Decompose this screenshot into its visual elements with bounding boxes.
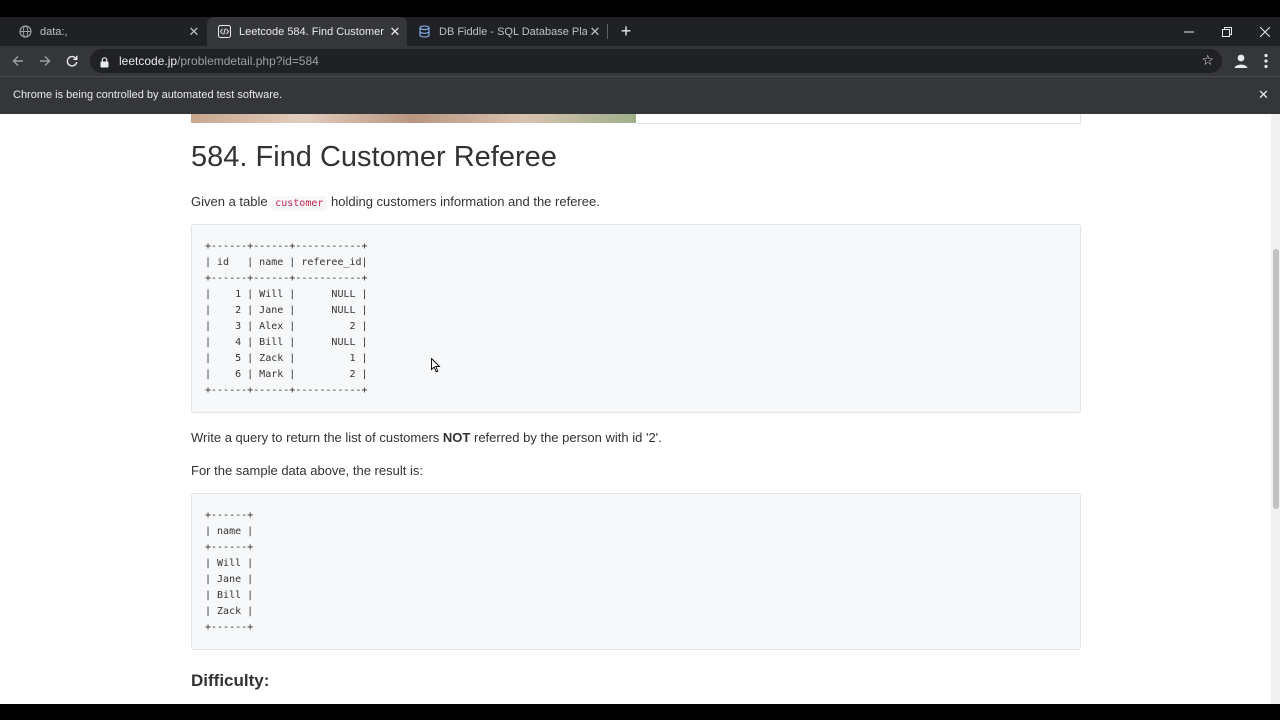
- scrollbar-thumb[interactable]: [1273, 249, 1279, 509]
- banner-card: [636, 114, 1081, 124]
- reload-button[interactable]: [62, 51, 82, 71]
- code-icon: [218, 25, 231, 38]
- close-icon[interactable]: ✕: [587, 24, 603, 40]
- new-tab-button[interactable]: +: [616, 21, 636, 41]
- tab-title: data:,: [40, 25, 68, 38]
- lock-icon: [100, 55, 109, 73]
- tab-title: DB Fiddle - SQL Database Playgr: [439, 25, 587, 38]
- tab-dbfiddle[interactable]: DB Fiddle - SQL Database Playgr ✕: [407, 17, 607, 46]
- tab-strip: data:, ✕ Leetcode 584. Find Customer Ref…: [0, 17, 1280, 46]
- tab-separator: [607, 24, 608, 39]
- result-table-block: +------+ | name | +------+ | Will | | Ja…: [191, 493, 1081, 650]
- sample-intro: For the sample data above, the result is…: [191, 463, 423, 478]
- close-window-button[interactable]: [1246, 17, 1280, 46]
- page-title: 584. Find Customer Referee: [191, 141, 557, 173]
- url-text: leetcode.jp/problemdetail.php?id=584: [119, 54, 319, 68]
- back-button[interactable]: [8, 51, 28, 71]
- forward-button[interactable]: [35, 51, 55, 71]
- query-bold-text: NOT: [442, 430, 471, 445]
- database-icon: [418, 25, 431, 38]
- automation-infobar: Chrome is being controlled by automated …: [0, 76, 1280, 114]
- mouse-cursor-icon: [431, 357, 441, 378]
- globe-icon: [19, 25, 32, 38]
- bottom-edge: [0, 704, 1280, 720]
- minimize-button[interactable]: [1170, 17, 1208, 46]
- query-text-before: Write a query to return the list of cust…: [191, 430, 443, 445]
- intro-text-before: Given a table: [191, 194, 272, 209]
- url-path: /problemdetail.php?id=584: [177, 54, 319, 68]
- banner-image: [191, 114, 636, 123]
- infobar-message: Chrome is being controlled by automated …: [13, 89, 283, 101]
- close-icon[interactable]: ✕: [1258, 87, 1269, 103]
- tab-title: Leetcode 584. Find Customer Ref: [239, 25, 387, 38]
- difficulty-heading: Difficulty:: [191, 671, 270, 690]
- result-table-text: +------+ | name | +------+ | Will | | Ja…: [205, 510, 254, 633]
- profile-icon[interactable]: [1232, 52, 1250, 70]
- problem-intro: Given a table customer holding customers…: [191, 194, 600, 211]
- address-bar[interactable]: leetcode.jp/problemdetail.php?id=584 ☆: [90, 49, 1222, 73]
- tab-data[interactable]: data:, ✕: [8, 17, 206, 46]
- customer-table-text: +------+------+-----------+ | id | name …: [205, 241, 368, 396]
- close-icon[interactable]: ✕: [387, 24, 403, 40]
- query-text-after: referred by the person with id '2'.: [470, 430, 662, 445]
- table-name-code: customer: [271, 196, 328, 211]
- browser-toolbar: leetcode.jp/problemdetail.php?id=584 ☆: [0, 46, 1280, 76]
- tab-leetcode[interactable]: Leetcode 584. Find Customer Ref ✕: [207, 17, 407, 46]
- intro-text-after: holding customers information and the re…: [327, 194, 600, 209]
- customer-table-block: +------+------+-----------+ | id | name …: [191, 224, 1081, 413]
- page-content: 584. Find Customer Referee Given a table…: [0, 114, 1280, 704]
- restore-button[interactable]: [1208, 17, 1246, 46]
- star-icon[interactable]: ☆: [1201, 52, 1214, 69]
- query-instruction: Write a query to return the list of cust…: [191, 430, 662, 445]
- close-icon[interactable]: ✕: [186, 24, 202, 40]
- url-host: leetcode.jp: [119, 54, 178, 68]
- more-menu-icon[interactable]: [1262, 52, 1270, 70]
